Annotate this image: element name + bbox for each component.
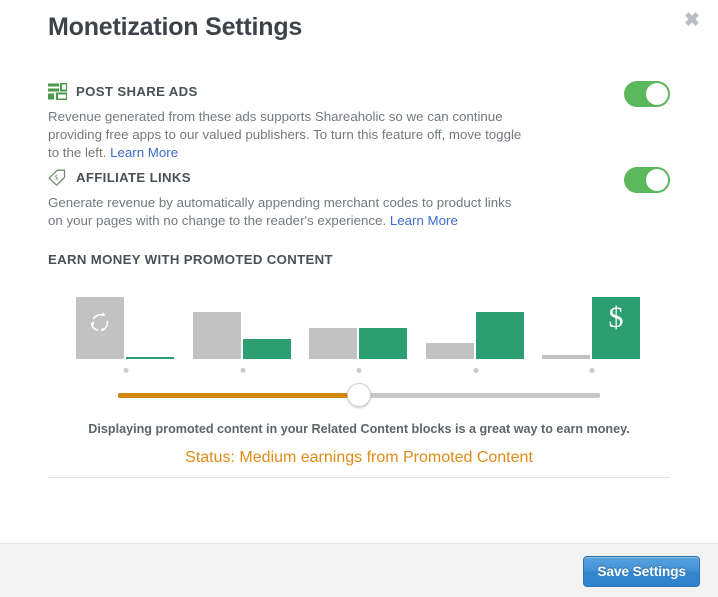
page-title: Monetization Settings [48,13,303,41]
promoted-content-section: EARN MONEY WITH PROMOTED CONTENT $ Displ… [48,252,670,467]
learn-more-link[interactable]: Learn More [110,145,178,160]
status-text: Status: Medium earnings from Promoted Co… [185,449,533,466]
dollar-sign-icon: $ [608,301,624,334]
section-post-share-ads: POST SHARE ADS Revenue generated from th… [48,81,670,162]
bar-group [309,287,409,359]
chart-tick [240,368,245,373]
affiliate-links-tag-icon: $ [48,169,66,186]
related-content-bar [309,328,357,359]
promoted-content-caption: Displaying promoted content in your Rela… [88,422,630,436]
section-divider [48,477,670,478]
chart-tick [356,368,362,373]
monetization-settings-modal: Monetization Settings ✖ POST SHARE ADS R… [0,0,718,597]
section-description: Generate revenue by automatically append… [48,194,526,230]
recycle-icon [90,311,109,331]
save-settings-button[interactable]: Save Settings [583,556,700,587]
chart-tick [589,368,595,373]
svg-text:$: $ [54,173,58,182]
toggle-knob [646,169,668,191]
modal-body: POST SHARE ADS Revenue generated from th… [0,62,718,543]
section-title: POST SHARE ADS [76,83,198,99]
promoted-content-bar [359,328,407,359]
section-description: Revenue generated from these ads support… [48,108,526,162]
promoted-content-bar [475,312,524,359]
section-header: $ AFFILIATE LINKS [48,167,670,187]
chart-tick [123,368,129,373]
related-content-bar [425,343,474,359]
promoted-content-title: EARN MONEY WITH PROMOTED CONTENT [48,252,333,267]
toggle-knob [646,83,668,105]
related-content-bar [76,297,124,359]
related-content-bar [542,355,590,359]
chart-tick-marks [76,365,642,379]
bar-group [76,287,176,359]
bar-group [425,287,526,359]
modal-header: Monetization Settings ✖ [0,0,718,62]
affiliate-links-toggle[interactable] [624,167,670,193]
slider-fill [118,393,359,398]
learn-more-link[interactable]: Learn More [390,213,458,228]
promoted-content-bar [126,357,174,359]
bar-group [192,287,293,359]
promoted-content-bar [242,339,291,359]
chart-tick [473,368,478,373]
post-share-ads-toggle[interactable] [624,81,670,107]
section-affiliate-links: $ AFFILIATE LINKS Generate revenue by au… [48,167,670,230]
promoted-content-slider[interactable] [118,383,600,407]
close-icon[interactable]: ✖ [680,9,704,33]
promoted-content-bar: $ [592,297,640,359]
bar-group: $ [542,287,642,359]
earnings-bar-chart: $ [76,287,642,359]
section-title: AFFILIATE LINKS [76,169,191,185]
slider-handle[interactable] [347,383,371,407]
post-share-ads-icon [48,82,67,100]
related-content-bar [192,312,241,359]
section-header: POST SHARE ADS [48,81,670,101]
modal-footer: Save Settings [0,543,718,597]
